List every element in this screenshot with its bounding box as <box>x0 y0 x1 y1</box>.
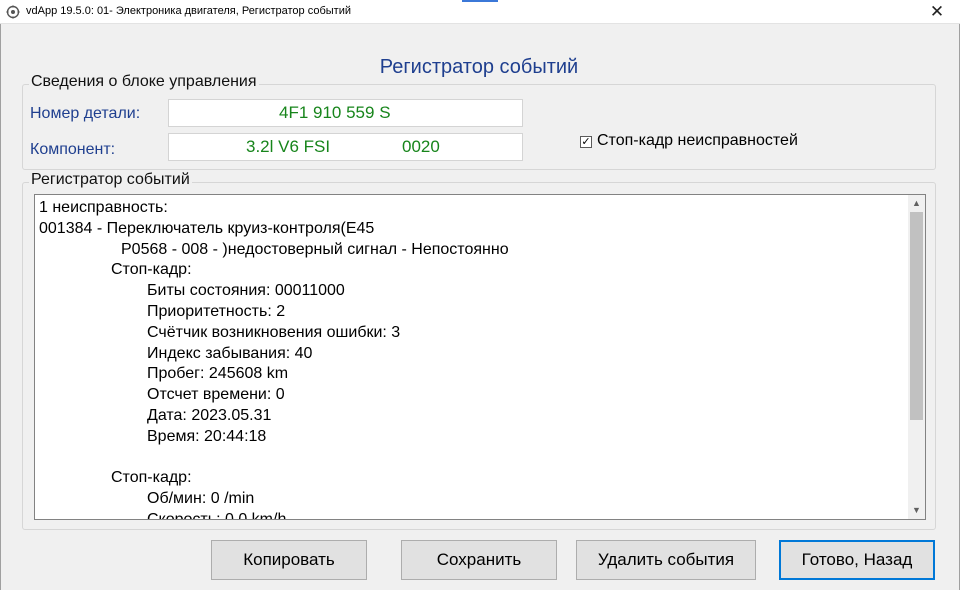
log-line: Счётчик возникновения ошибки: 3 <box>147 323 401 341</box>
gear-icon <box>6 5 20 19</box>
log-line: Пробег: 245608 km <box>147 365 289 383</box>
log-line: Биты состояния: 00011000 <box>147 282 345 300</box>
log-line: Дата: 2023.05.31 <box>147 406 272 424</box>
title-bar: vdApp 19.5.0: 01- Электроника двигателя,… <box>0 0 960 24</box>
save-button[interactable]: Сохранить <box>401 540 557 580</box>
scroll-up-icon[interactable]: ▲ <box>908 195 925 212</box>
component-label: Компонент: <box>30 141 116 158</box>
log-line: Стоп-кадр: <box>111 469 192 487</box>
component-field[interactable]: 3.2l V6 FSI 0020 <box>168 133 523 161</box>
delete-events-button[interactable]: Удалить события <box>576 540 756 580</box>
log-line: Время: 20:44:18 <box>147 427 267 445</box>
event-log-lines: 1 неисправность: 001384 - Переключатель к… <box>39 198 907 520</box>
log-line: Отсчет времени: 0 <box>147 386 285 404</box>
part-number-value: 4F1 910 559 S <box>279 103 391 122</box>
title-accent-bar <box>462 0 498 2</box>
control-unit-legend: Сведения о блоке управления <box>29 73 259 91</box>
component-code: 0020 <box>402 137 440 156</box>
event-log-legend: Регистратор событий <box>29 171 192 189</box>
part-number-label: Номер детали: <box>30 105 141 122</box>
log-line: Об/мин: 0 /min <box>147 490 255 508</box>
log-line: 1 неисправность: <box>39 199 168 216</box>
window-title: vdApp 19.5.0: 01- Электроника двигателя,… <box>26 5 351 17</box>
checkbox-check-icon[interactable]: ✓ <box>580 136 592 148</box>
log-line: Приоритетность: 2 <box>147 302 286 320</box>
close-icon: ✕ <box>929 2 945 21</box>
vertical-scrollbar[interactable]: ▲ ▼ <box>908 195 925 519</box>
log-line: Скорость: 0.0 km/h <box>147 510 287 520</box>
log-line: Индекс забывания: 40 <box>147 344 313 362</box>
log-line: 001384 - Переключатель круиз-контроля(E4… <box>39 219 375 237</box>
close-button[interactable]: ✕ <box>914 0 960 24</box>
log-line: P0568 - 008 - )недостоверный сигнал - Не… <box>121 240 509 258</box>
copy-button[interactable]: Копировать <box>211 540 367 580</box>
done-back-button[interactable]: Готово, Назад <box>779 540 935 580</box>
scroll-down-icon[interactable]: ▼ <box>908 502 925 519</box>
log-line: Стоп-кадр: <box>111 261 192 279</box>
part-number-field[interactable]: 4F1 910 559 S <box>168 99 523 127</box>
scroll-thumb[interactable] <box>910 212 923 420</box>
freeze-frame-checkbox[interactable]: ✓ Стоп-кадр неисправностей <box>580 132 798 150</box>
component-value: 3.2l V6 FSI <box>246 137 331 156</box>
freeze-frame-checkbox-label: Стоп-кадр неисправностей <box>597 132 798 149</box>
event-log-textbox[interactable]: 1 неисправность: 001384 - Переключатель к… <box>34 194 926 520</box>
